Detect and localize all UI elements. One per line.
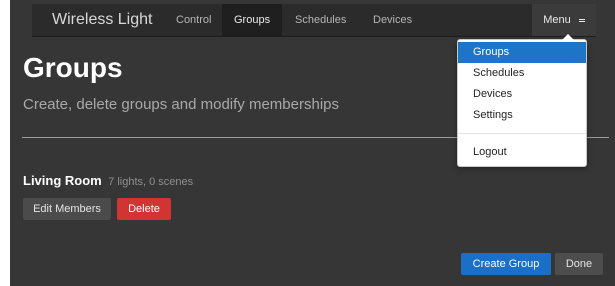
page-subtitle: Create, delete groups and modify members… — [23, 96, 339, 113]
navbar: Wireless Light Control Groups Schedules … — [32, 4, 596, 37]
delete-group-button[interactable]: Delete — [117, 198, 171, 220]
dropdown-item-logout[interactable]: Logout — [458, 142, 586, 163]
menu-label: Menu — [543, 14, 571, 26]
group-name: Living Room — [23, 173, 102, 188]
nav-link-schedules[interactable]: Schedules — [283, 4, 358, 36]
dropdown-caret — [562, 34, 574, 40]
page-title: Groups — [23, 52, 123, 83]
nav-link-groups[interactable]: Groups — [222, 4, 283, 36]
group-item: Living Room 7 lights, 0 scenes — [23, 172, 193, 190]
menu-dropdown: Groups Schedules Devices Settings Logout — [457, 34, 587, 167]
hamburger-icon — [578, 18, 585, 23]
dropdown-divider — [458, 133, 586, 134]
done-button[interactable]: Done — [555, 253, 603, 275]
nav-link-control[interactable]: Control — [164, 4, 223, 36]
group-meta: 7 lights, 0 scenes — [108, 176, 194, 188]
brand-title[interactable]: Wireless Light — [52, 11, 152, 29]
menu-button[interactable]: Menu — [532, 4, 596, 36]
dropdown-item-schedules[interactable]: Schedules — [458, 63, 586, 84]
nav-link-devices[interactable]: Devices — [361, 4, 424, 36]
dropdown-item-groups[interactable]: Groups — [458, 42, 586, 63]
create-group-button[interactable]: Create Group — [461, 253, 551, 275]
dropdown-item-devices[interactable]: Devices — [458, 84, 586, 105]
edit-members-button[interactable]: Edit Members — [23, 198, 111, 220]
dropdown-item-settings[interactable]: Settings — [458, 105, 586, 126]
